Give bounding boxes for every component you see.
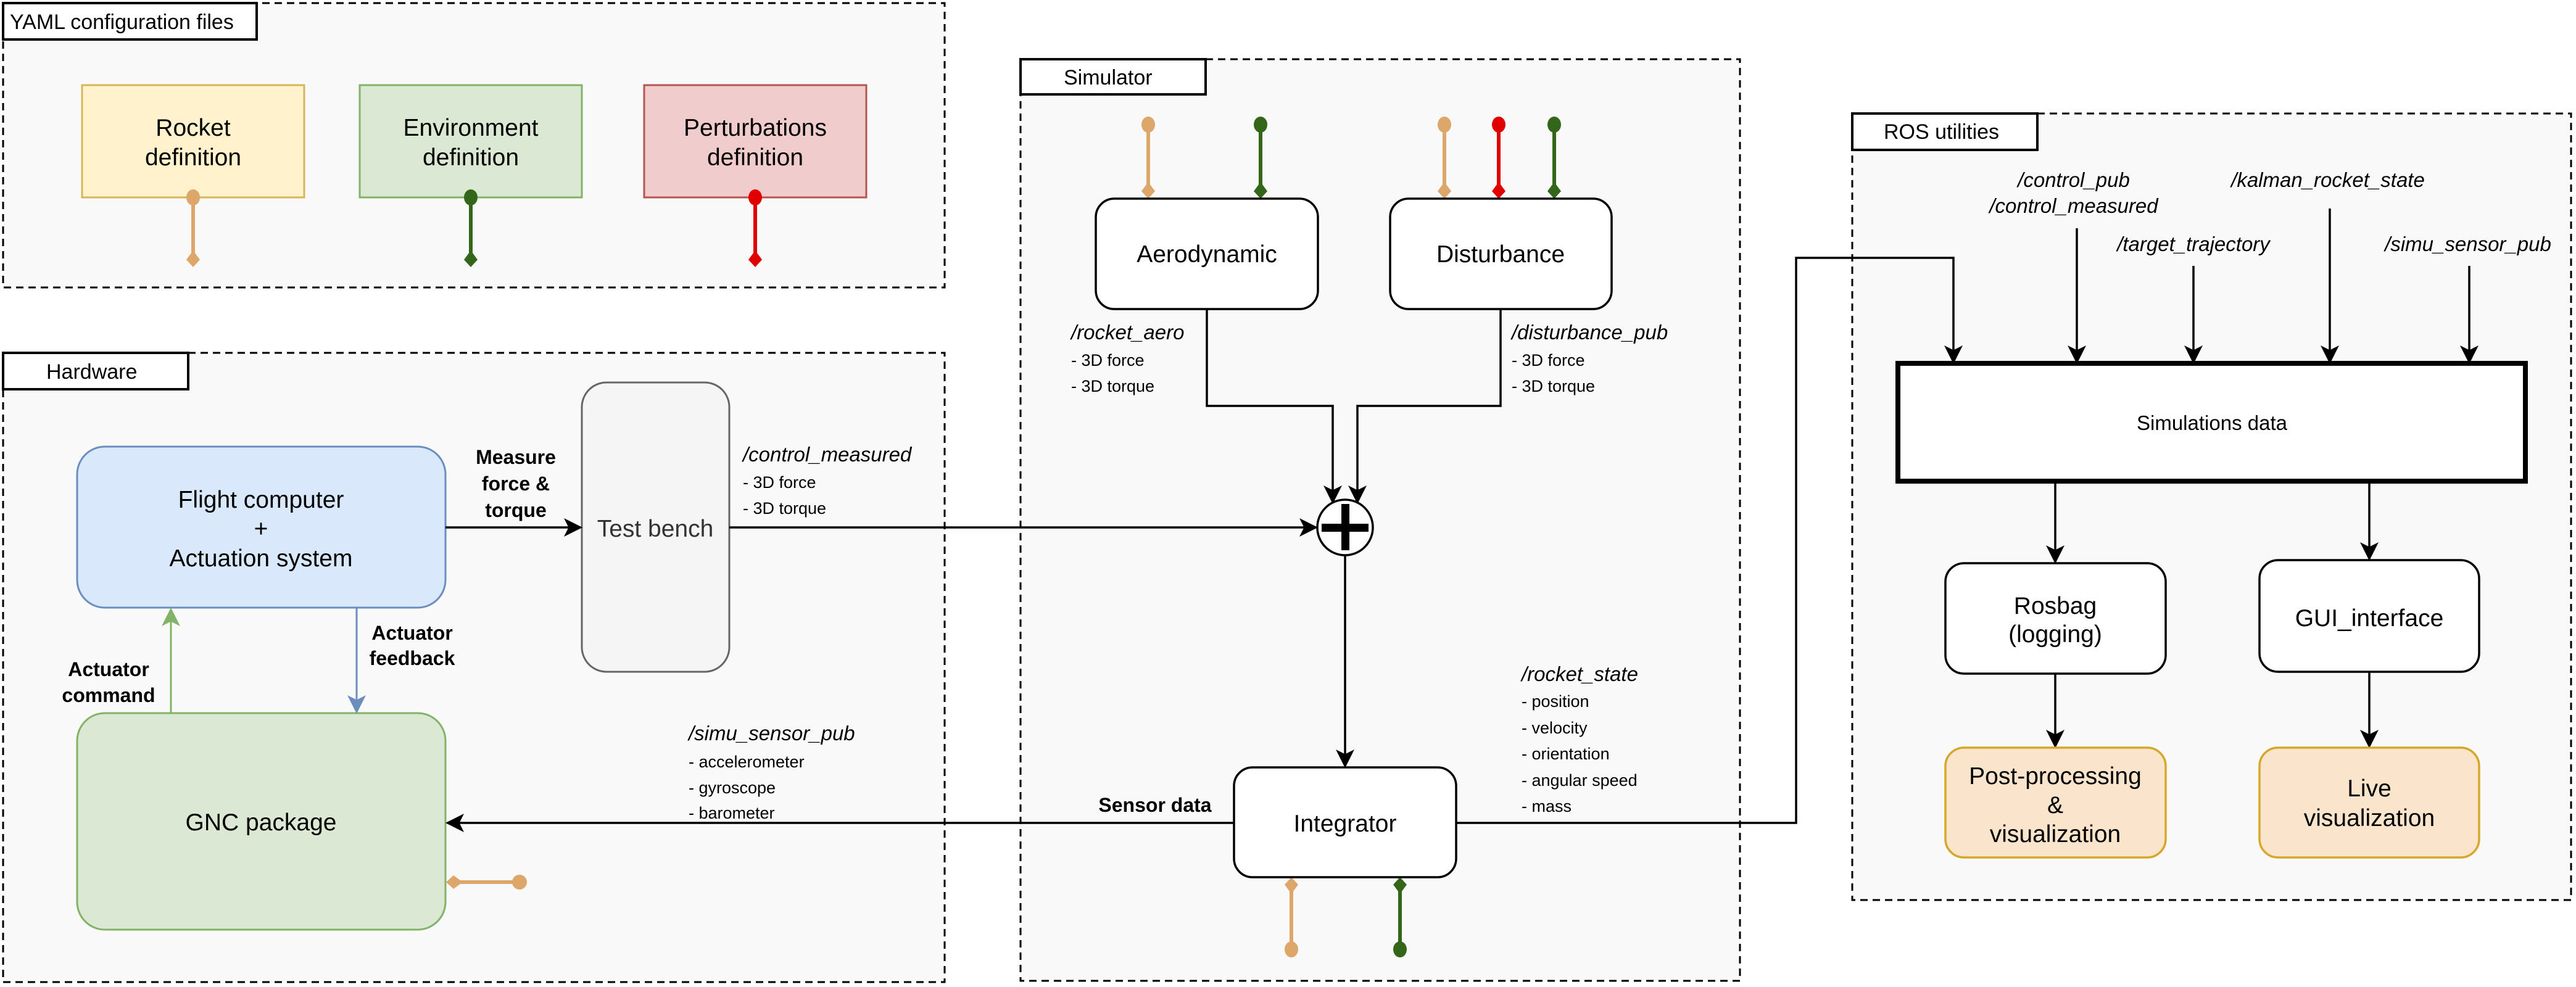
measure-force-label-1: Measure xyxy=(476,446,556,468)
section-simulator-title: Simulator xyxy=(1064,66,1153,89)
control-measured-item: - 3D force xyxy=(743,473,816,492)
actuator-feedback-label-2: feedback xyxy=(370,647,455,669)
actuator-command-label-2: command xyxy=(62,684,155,706)
post-processing-label: Post-processing xyxy=(1969,763,2142,790)
perturbations-definition-label-1: Perturbations xyxy=(684,115,827,141)
test-bench-label: Test bench xyxy=(597,516,714,542)
port-dot-icon xyxy=(1393,941,1407,957)
gnc-package-label: GNC package xyxy=(186,809,337,836)
ros-topic-control-measured: /control_measured xyxy=(1988,194,2159,217)
plus-icon-vertical xyxy=(1341,504,1349,550)
ros-topic-simu-sensor-pub: /simu_sensor_pub xyxy=(2383,233,2551,255)
environment-definition-label-2: definition xyxy=(423,144,519,171)
simu-sensor-pub-item: - accelerometer xyxy=(689,753,805,771)
rocket-definition-label-1: Rocket xyxy=(155,115,231,141)
simulations-data-label: Simulations data xyxy=(2137,411,2288,434)
rosbag-box[interactable]: Rosbag (logging) xyxy=(1944,562,2167,675)
rocket-aero-item: - 3D torque xyxy=(1071,377,1154,395)
rocket-state-topic: /rocket_state xyxy=(1520,663,1638,685)
port-dot-icon xyxy=(1141,117,1155,133)
rocket-state-item: - mass xyxy=(1522,797,1572,816)
port-dot-icon xyxy=(186,189,200,205)
live-visualization-box[interactable]: Live visualization xyxy=(2258,746,2480,859)
gui-interface-box[interactable]: GUI_interface xyxy=(2258,559,2480,673)
measure-force-label-3: torque xyxy=(485,499,547,521)
environment-definition-box[interactable]: Environment definition xyxy=(358,84,583,199)
post-processing-box[interactable]: Post-processing & visualization xyxy=(1944,746,2167,859)
port-dot-icon xyxy=(748,189,762,205)
port-dot-icon xyxy=(464,189,478,205)
gnc-package-box[interactable]: GNC package xyxy=(76,712,447,931)
actuator-command-label-1: Actuator xyxy=(68,658,149,680)
port-dot-icon xyxy=(1285,941,1298,957)
simulations-data-box[interactable]: Simulations data xyxy=(1895,361,2528,484)
disturbance-pub-item: - 3D force xyxy=(1512,351,1585,370)
flight-computer-label: Flight computer xyxy=(178,487,344,513)
integrator-box[interactable]: Integrator xyxy=(1233,766,1457,878)
section-yaml-title: YAML configuration files xyxy=(10,10,234,34)
disturbance-pub-topic: /disturbance_pub xyxy=(1510,321,1668,344)
section-hardware-title: Hardware xyxy=(46,360,137,384)
ros-topic-control-pub: /control_pub xyxy=(2016,168,2130,191)
port-dot-icon xyxy=(1492,117,1505,133)
simu-sensor-pub-item: - gyroscope xyxy=(689,778,776,797)
sensor-data-label: Sensor data xyxy=(1098,794,1211,816)
rocket-state-item: - velocity xyxy=(1522,719,1588,737)
port-dot-icon xyxy=(1438,117,1451,133)
ros-topic-kalman-rocket-state: /kalman_rocket_state xyxy=(2230,168,2425,191)
simu-sensor-pub-item: - barometer xyxy=(689,804,775,822)
perturbations-definition-label-2: definition xyxy=(707,144,803,171)
ros-topic-target-trajectory: /target_trajectory xyxy=(2116,233,2271,255)
architecture-diagram: YAML configuration files Hardware Simula… xyxy=(2,2,2572,983)
control-measured-item: - 3D torque xyxy=(743,499,826,518)
post-processing-visualization: visualization xyxy=(1990,821,2121,848)
measure-force-label-2: force & xyxy=(482,473,550,495)
control-measured-topic: /control_measured xyxy=(742,443,913,466)
rocket-definition-box[interactable]: Rocket definition xyxy=(81,84,305,199)
actuator-feedback-label-1: Actuator xyxy=(371,622,453,644)
environment-definition-label-1: Environment xyxy=(404,115,539,141)
post-processing-ampersand: & xyxy=(2047,792,2063,819)
port-dot-icon xyxy=(1254,117,1267,133)
simu-sensor-pub-topic: /simu_sensor_pub xyxy=(687,722,855,745)
live-visualization-label: visualization xyxy=(2304,805,2435,832)
rosbag-sublabel: (logging) xyxy=(2008,621,2102,648)
section-ros-title: ROS utilities xyxy=(1884,120,1999,144)
sum-junction xyxy=(1316,498,1374,556)
rocket-aero-item: - 3D force xyxy=(1071,351,1145,370)
rosbag-label: Rosbag xyxy=(2014,593,2097,619)
aerodynamic-label: Aerodynamic xyxy=(1137,241,1277,268)
flight-computer-plus: + xyxy=(254,516,268,542)
gui-interface-label: GUI_interface xyxy=(2295,605,2444,632)
perturbations-definition-box[interactable]: Perturbations definition xyxy=(643,84,868,199)
integrator-label: Integrator xyxy=(1294,811,1397,837)
test-bench-box[interactable]: Test bench xyxy=(581,381,731,673)
actuation-system-label: Actuation system xyxy=(170,545,353,572)
live-label: Live xyxy=(2347,775,2392,802)
rocket-state-item: - position xyxy=(1522,692,1589,711)
rocket-definition-label-2: definition xyxy=(145,144,241,171)
rocket-aero-topic: /rocket_aero xyxy=(1070,321,1184,344)
rocket-state-item: - orientation xyxy=(1522,745,1610,763)
disturbance-pub-item: - 3D torque xyxy=(1512,377,1595,395)
rocket-state-item: - angular speed xyxy=(1522,771,1638,790)
disturbance-box[interactable]: Disturbance xyxy=(1389,197,1613,310)
aerodynamic-box[interactable]: Aerodynamic xyxy=(1095,197,1319,310)
flight-computer-box[interactable]: Flight computer + Actuation system xyxy=(76,445,447,609)
port-dot-icon xyxy=(1547,117,1561,133)
disturbance-label: Disturbance xyxy=(1436,241,1565,268)
port-dot-icon xyxy=(512,875,527,890)
